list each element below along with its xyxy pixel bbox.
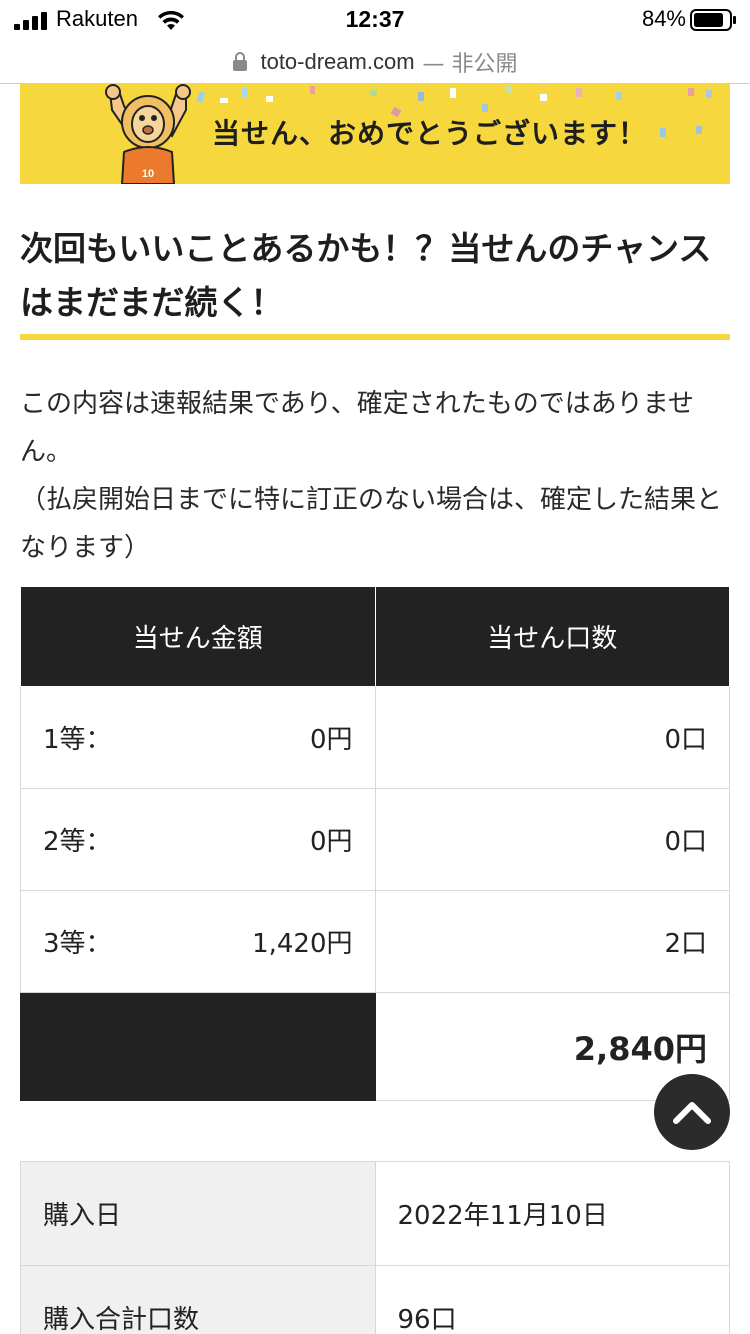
purchase-info-table: 購入日 2022年11月10日 購入合計口数 96口 [20, 1161, 730, 1334]
notice-line-1: この内容は速報結果であり、確定されたものではありません。 [20, 389, 694, 467]
clock: 12:37 [345, 6, 405, 32]
total-prize-label: 合計当せん金額 [20, 992, 376, 1101]
url-text: toto-dream.com [260, 48, 415, 74]
prize-results-table: 当せん金額 当せん口数 1等： 0円 0口 2等： 0円 0口 3等： 1,42… [20, 586, 730, 1101]
table-row: 1等： 0円 0口 [20, 686, 730, 789]
purchase-date-value: 2022年11月10日 [374, 1161, 730, 1266]
prize-rank: 3等： [43, 929, 112, 959]
address-bar[interactable]: toto-dream.com — 非公開 [0, 40, 750, 84]
mascot-illustration: 10 [105, 84, 191, 184]
prize-amount-cell: 3等： 1,420円 [20, 890, 376, 993]
prize-rank: 2等： [43, 827, 112, 857]
battery-percentage: 84% [641, 6, 686, 31]
table-row: 購入合計口数 96口 [20, 1265, 730, 1334]
prize-amount: 1,420円 [252, 929, 353, 959]
notice-text: この内容は速報結果であり、確定されたものではありません。 （払戻開始日までに特に… [20, 380, 732, 572]
purchase-count-value: 96口 [374, 1265, 730, 1334]
mascot-jersey-number: 10 [142, 168, 154, 180]
status-bar: Rakuten 12:37 84% [0, 0, 750, 40]
purchase-count-label: 購入合計口数 [20, 1265, 376, 1334]
header-prize-amount: 当せん金額 [20, 586, 376, 687]
prize-amount: 0円 [309, 827, 353, 857]
prize-count: 2口 [374, 890, 730, 993]
page-heading: 次回もいいことあるかも！？当せんのチャンスはまだまだ続く！ [20, 229, 712, 322]
table-row: 2等： 0円 0口 [20, 788, 730, 891]
congratulations-banner: 10 当せん、おめでとうございます！ [20, 84, 730, 184]
total-row: 合計当せん金額 2,840円 [20, 992, 730, 1101]
prize-count: 0口 [374, 686, 730, 789]
table-row: 3等： 1,420円 2口 [20, 890, 730, 993]
scroll-to-top-button[interactable] [654, 1074, 730, 1150]
privacy-label: — 非公開 [422, 51, 518, 77]
header-prize-count: 当せん口数 [374, 586, 730, 687]
prize-count: 0口 [374, 788, 730, 891]
purchase-date-label: 購入日 [20, 1161, 376, 1266]
prize-amount: 0円 [309, 725, 353, 755]
table-row: 購入日 2022年11月10日 [20, 1161, 730, 1266]
prize-amount-cell: 2等： 0円 [20, 788, 376, 891]
table-header-row: 当せん金額 当せん口数 [20, 586, 730, 687]
banner-message: 当せん、おめでとうございます！ [212, 117, 648, 150]
notice-line-2: （払戻開始日までに特に訂正のない場合は、確定した結果となります） [20, 485, 723, 563]
battery-icon [690, 9, 736, 31]
heading-underline [20, 334, 730, 340]
chevron-up-icon [673, 1102, 711, 1124]
prize-rank: 1等： [43, 725, 112, 755]
lock-icon [233, 51, 248, 71]
prize-amount-cell: 1等： 0円 [20, 686, 376, 789]
